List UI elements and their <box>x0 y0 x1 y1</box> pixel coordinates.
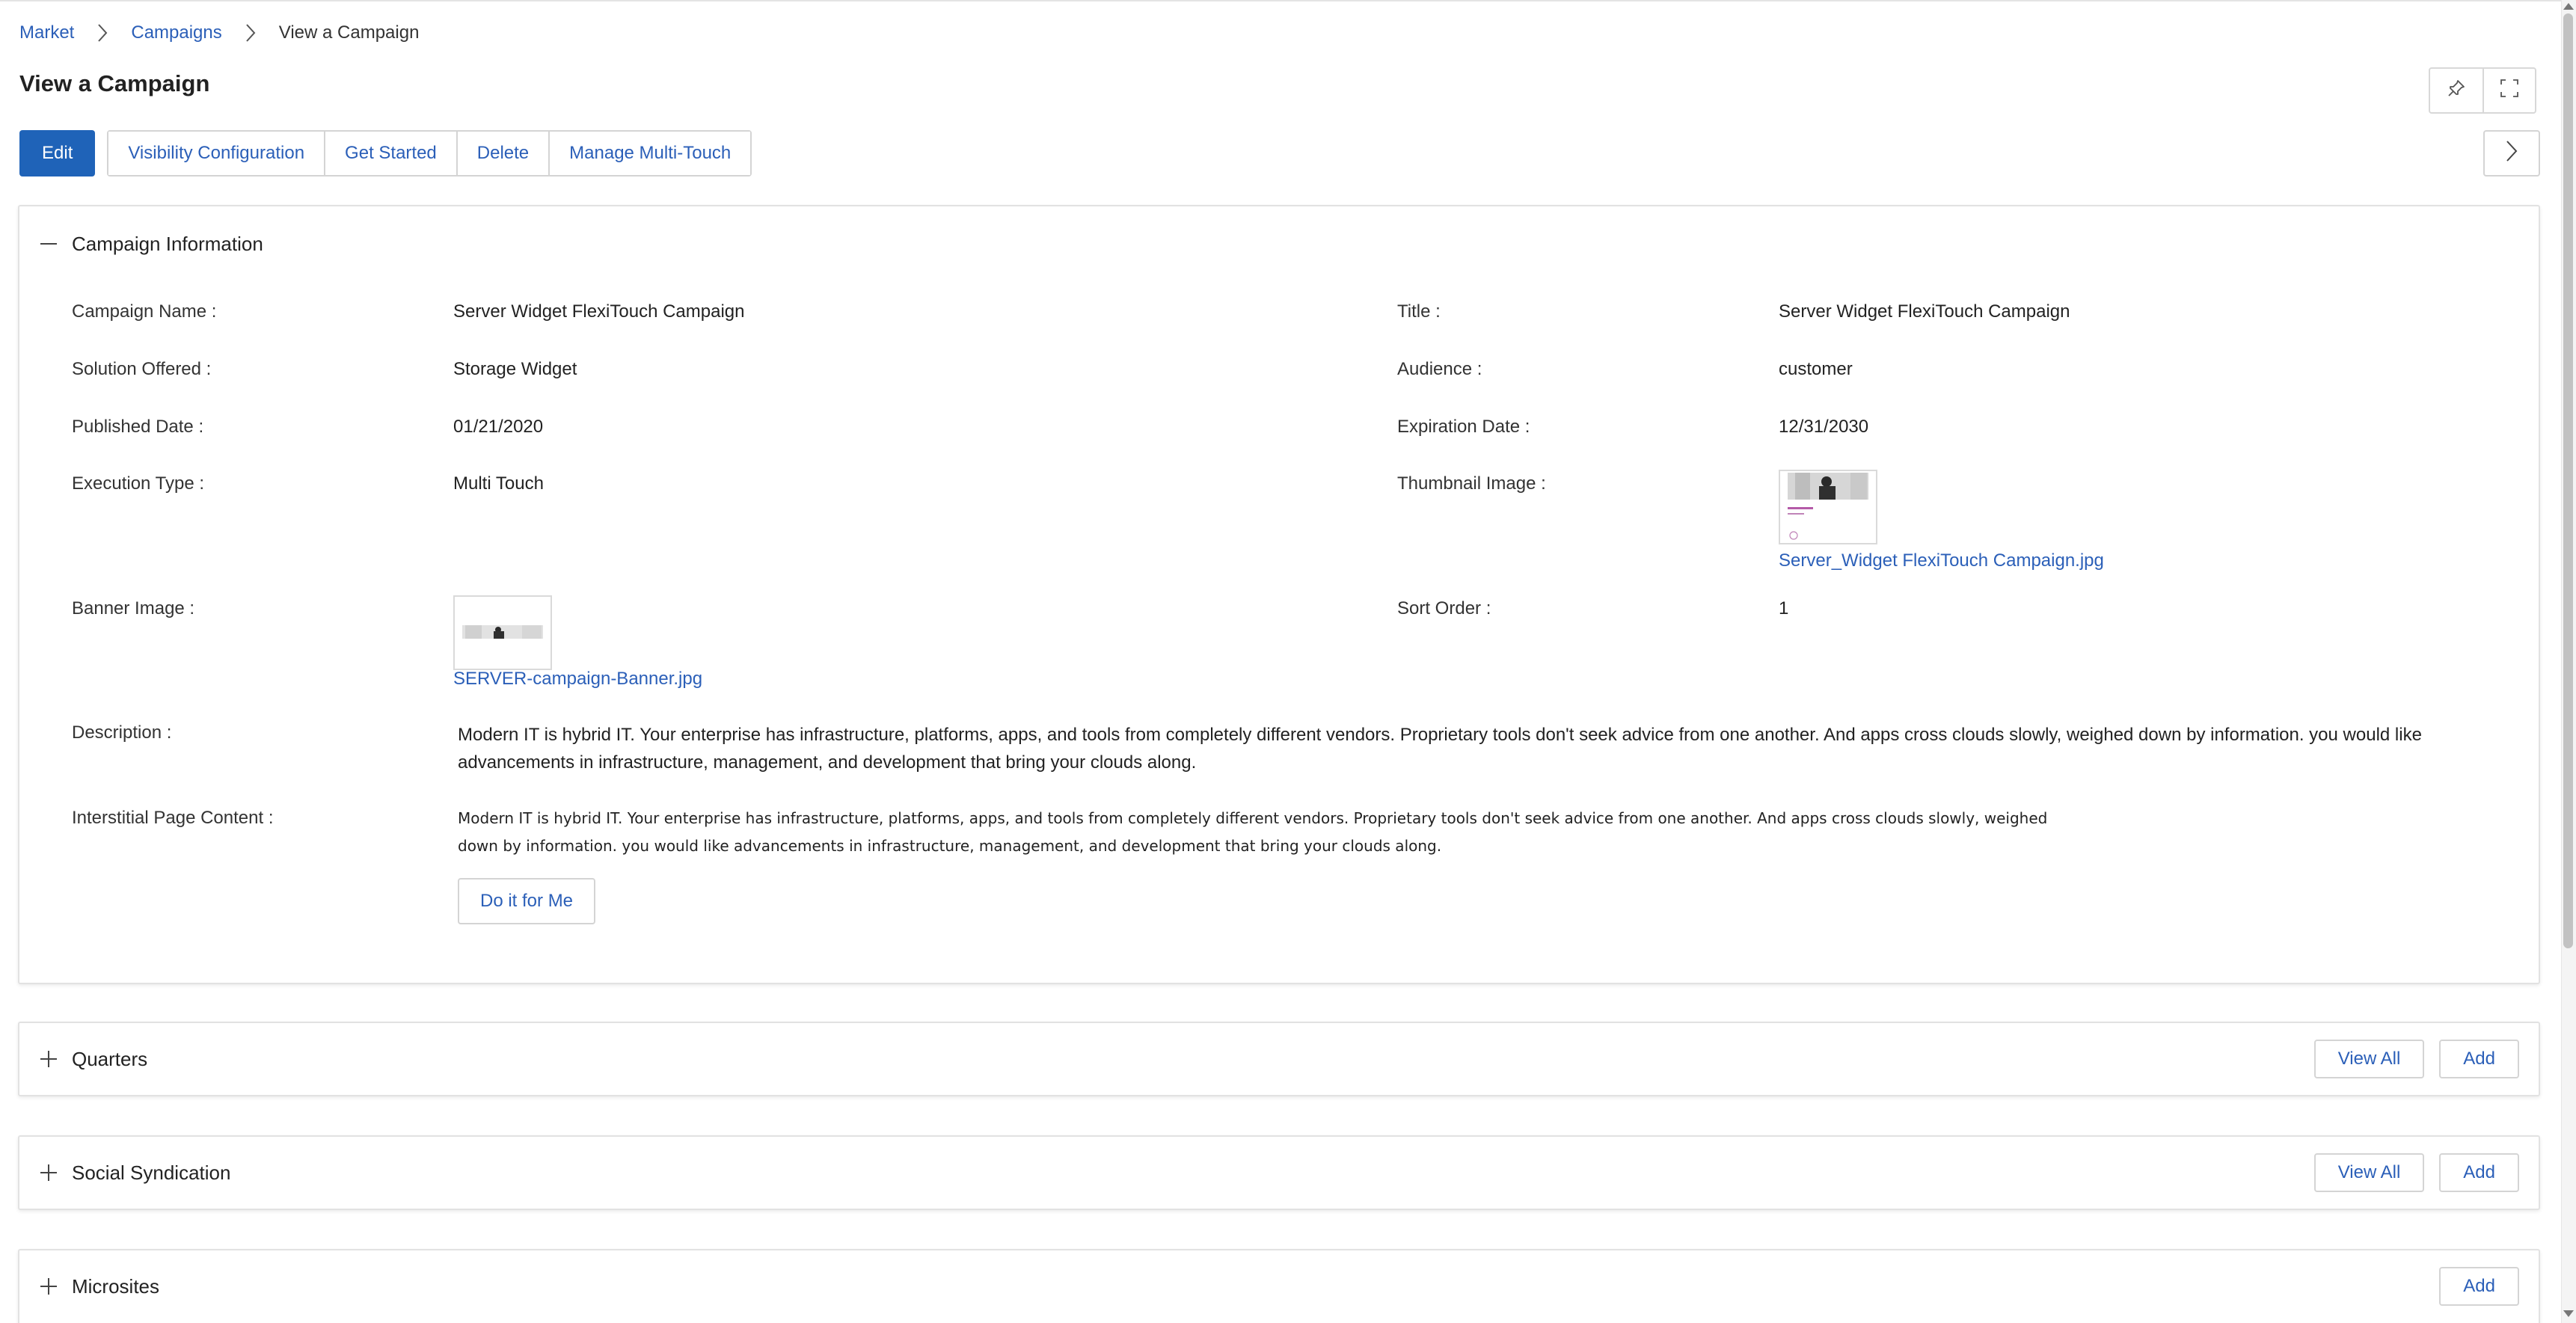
panel-title[interactable]: Microsites <box>72 1275 159 1298</box>
panel-header: Microsites Add <box>19 1250 2539 1322</box>
panel-title[interactable]: Quarters <box>72 1048 147 1071</box>
banner-image-label: Banner Image : <box>72 598 195 618</box>
campaign-name-value: Server Widget FlexiTouch Campaign <box>453 301 745 322</box>
delete-button[interactable]: Delete <box>456 132 549 175</box>
chevron-right-icon <box>2505 140 2518 168</box>
panel-actions: Add <box>2439 1267 2519 1306</box>
chevron-right-icon <box>240 22 261 43</box>
page-title: View a Campaign <box>19 70 210 96</box>
panel-header: Social Syndication View All Add <box>19 1137 2539 1209</box>
interstitial-content-value: Modern IT is hybrid IT. Your enterprise … <box>458 809 2048 855</box>
scrollbar-thumb[interactable] <box>2563 13 2573 948</box>
execution-type-value: Multi Touch <box>453 473 544 494</box>
minus-icon[interactable] <box>39 234 58 254</box>
thumbnail-file-link[interactable]: Server_Widget FlexiTouch Campaign.jpg <box>1779 550 2104 571</box>
thumbnail-preview-icon <box>1788 473 1868 540</box>
add-button[interactable]: Add <box>2439 1040 2519 1078</box>
interstitial-content-label: Interstitial Page Content : <box>72 808 274 828</box>
visibility-configuration-button[interactable]: Visibility Configuration <box>108 132 325 175</box>
campaign-information-panel: Campaign Information Campaign Name : Ser… <box>18 205 2540 984</box>
banner-file-link[interactable]: SERVER-campaign-Banner.jpg <box>453 669 702 690</box>
breadcrumb-market-link[interactable]: Market <box>19 22 74 43</box>
social-syndication-panel: Social Syndication View All Add <box>18 1135 2540 1210</box>
pin-button[interactable] <box>2430 69 2483 112</box>
scroll-down-icon[interactable] <box>2563 1310 2574 1317</box>
panel-header: Campaign Information <box>19 206 2539 281</box>
sort-order-label: Sort Order : <box>1397 598 1491 618</box>
title-label: Title : <box>1397 301 1441 322</box>
execution-type-label: Execution Type : <box>72 473 204 494</box>
thumbnail-image[interactable] <box>1779 470 1877 544</box>
panel-header: Quarters View All Add <box>19 1023 2539 1095</box>
panel-title[interactable]: Campaign Information <box>72 233 263 256</box>
quarters-panel: Quarters View All Add <box>18 1022 2540 1096</box>
thumbnail-image-label: Thumbnail Image : <box>1397 473 1546 494</box>
edit-button[interactable]: Edit <box>19 130 96 176</box>
next-record-button[interactable] <box>2483 130 2540 176</box>
campaign-name-label: Campaign Name : <box>72 301 217 322</box>
plus-icon[interactable] <box>39 1277 58 1296</box>
breadcrumb-current: View a Campaign <box>278 22 420 43</box>
audience-label: Audience : <box>1397 359 1482 379</box>
manage-multi-touch-button[interactable]: Manage Multi-Touch <box>548 132 751 175</box>
breadcrumb-campaigns-link[interactable]: Campaigns <box>131 22 221 43</box>
description-label: Description : <box>72 722 172 743</box>
panel-title[interactable]: Social Syndication <box>72 1161 230 1185</box>
solution-offered-label: Solution Offered : <box>72 359 212 379</box>
action-button-group: Visibility Configuration Get Started Del… <box>107 130 752 176</box>
banner-image[interactable] <box>453 595 552 670</box>
solution-offered-value: Storage Widget <box>453 359 577 379</box>
plus-icon[interactable] <box>39 1049 58 1069</box>
description-value: Modern IT is hybrid IT. Your enterprise … <box>458 725 2422 773</box>
add-button[interactable]: Add <box>2439 1153 2519 1192</box>
expiration-date-value: 12/31/2030 <box>1779 417 1869 437</box>
action-toolbar: Edit Visibility Configuration Get Starte… <box>19 130 752 176</box>
breadcrumb: Market Campaigns View a Campaign <box>19 21 419 45</box>
add-button[interactable]: Add <box>2439 1267 2519 1306</box>
pin-icon <box>2447 79 2466 103</box>
do-it-for-me-button[interactable]: Do it for Me <box>458 878 596 924</box>
chevron-right-icon <box>92 22 113 43</box>
panel-actions: View All Add <box>2313 1153 2519 1192</box>
fullscreen-button[interactable] <box>2483 69 2535 112</box>
expand-icon <box>2500 79 2519 103</box>
published-date-value: 01/21/2020 <box>453 417 544 437</box>
view-all-button[interactable]: View All <box>2313 1040 2425 1078</box>
published-date-label: Published Date : <box>72 417 204 437</box>
get-started-button[interactable]: Get Started <box>324 132 456 175</box>
title-value: Server Widget FlexiTouch Campaign <box>1779 301 2070 322</box>
view-controls <box>2429 67 2536 114</box>
panel-actions: View All Add <box>2313 1040 2519 1078</box>
sort-order-value: 1 <box>1779 598 1789 618</box>
top-border <box>0 0 2576 1</box>
microsites-panel: Microsites Add <box>18 1249 2540 1323</box>
audience-value: customer <box>1779 359 1853 379</box>
view-all-button[interactable]: View All <box>2313 1153 2425 1192</box>
banner-preview-icon <box>462 625 543 639</box>
expiration-date-label: Expiration Date : <box>1397 417 1530 437</box>
scroll-up-icon[interactable] <box>2563 3 2574 10</box>
plus-icon[interactable] <box>39 1163 58 1182</box>
